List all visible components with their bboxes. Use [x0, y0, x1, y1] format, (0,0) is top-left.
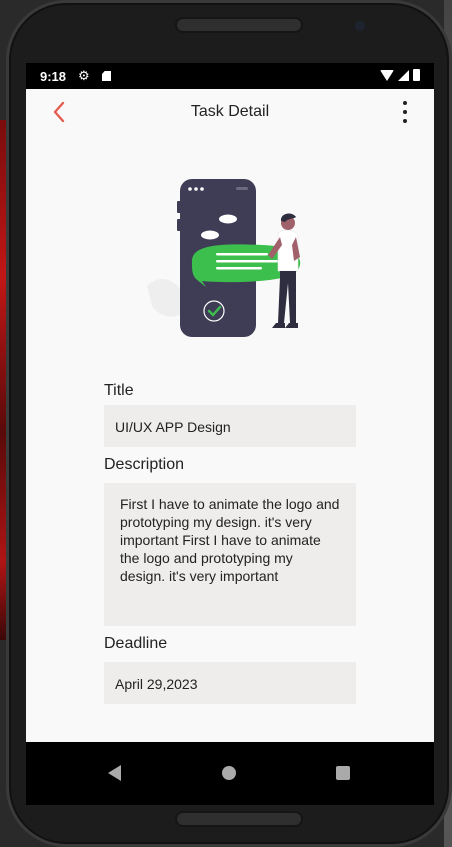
front-camera: [355, 21, 365, 31]
description-field[interactable]: First I have to animate the logo and pro…: [104, 483, 356, 626]
illustration-svg: [147, 179, 301, 337]
more-vertical-icon: [403, 101, 407, 105]
more-vertical-dot: [403, 119, 407, 123]
nav-home-icon[interactable]: [222, 766, 236, 780]
gear-icon: ⚙: [78, 68, 90, 83]
status-bar: 9:18 ⚙: [26, 63, 434, 89]
page-title: Task Detail: [190, 103, 270, 120]
person-with-phone-chat-illustration: [142, 171, 312, 341]
title-label: Title: [104, 382, 134, 399]
earpiece-speaker: [175, 17, 303, 33]
description-label: Description: [104, 456, 185, 473]
deadline-field[interactable]: April 29,2023: [104, 662, 356, 704]
title-field[interactable]: UI/UX APP Design: [104, 405, 356, 447]
wifi-icon: [380, 69, 394, 81]
system-nav-bar: [26, 742, 434, 805]
device-screen: 9:18 ⚙ Task Detail Title UI/UX APP Desig…: [26, 63, 434, 805]
nav-recent-apps-icon[interactable]: [336, 766, 350, 780]
app-bar: Task Detail: [26, 89, 434, 135]
status-time: 9:18: [40, 69, 67, 84]
status-icons: [380, 69, 420, 81]
sd-card-icon: [102, 71, 111, 81]
more-vertical-dot: [403, 110, 407, 114]
nav-back-icon[interactable]: [108, 765, 121, 781]
bottom-speaker: [175, 811, 303, 827]
signal-icon: [398, 69, 409, 81]
battery-icon: [413, 69, 420, 81]
more-options-button[interactable]: [398, 101, 412, 123]
deadline-label: Deadline: [104, 635, 168, 652]
task-detail-screen: Task Detail Title UI/UX APP Design Descr…: [26, 89, 434, 742]
